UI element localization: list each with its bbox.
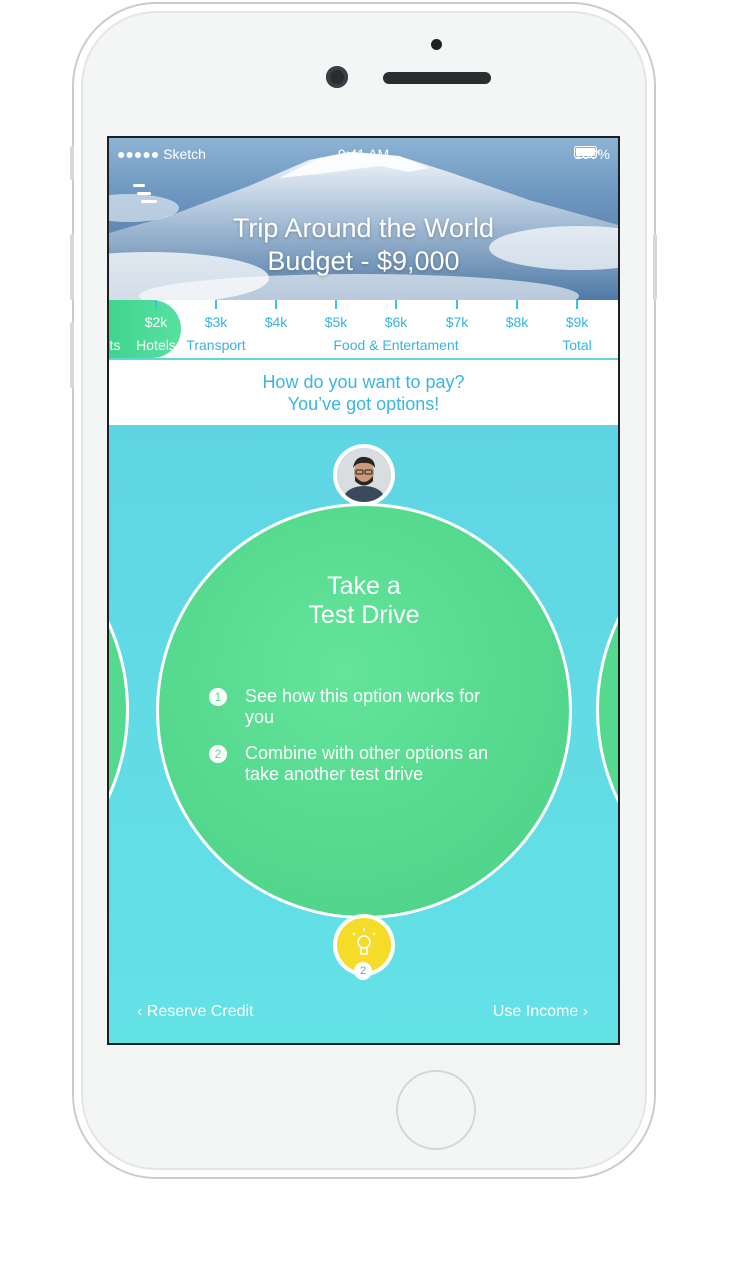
title-line-2: Budget - $9,000 — [267, 246, 460, 276]
step-number-badge: 1 — [209, 688, 227, 706]
step-text-line: See how this option works for — [245, 686, 481, 706]
tick-label: $5k — [324, 314, 348, 330]
earpiece-speaker — [383, 72, 491, 84]
prompt-line-2: You’ve got options! — [287, 394, 440, 414]
category-label-transport: Transport — [186, 337, 246, 353]
volume-down-button — [70, 322, 74, 388]
option-title: Take a Test Drive — [159, 572, 569, 630]
tick-label: $3k — [204, 314, 228, 330]
tick-label: $8k — [505, 314, 529, 330]
chevron-right-icon: › — [578, 1003, 588, 1020]
advisor-avatar[interactable] — [333, 444, 395, 506]
tick-label: $7k — [445, 314, 469, 330]
prompt-line-1: How do you want to pay? — [262, 372, 465, 392]
step-number-badge: 2 — [209, 745, 227, 763]
chevron-left-icon: ‹ — [137, 1003, 147, 1020]
tick-label: $2k — [144, 314, 168, 330]
option-card-next[interactable] — [596, 500, 618, 920]
prev-option-button[interactable]: ‹ Reserve Credit — [137, 1003, 253, 1021]
step-text: See how this option works for you — [245, 686, 545, 728]
header-hero-image: ●●●●● Sketch 9:41 AM 100% Trip Around th… — [109, 138, 618, 300]
volume-up-button — [70, 234, 74, 300]
home-button[interactable] — [396, 1070, 476, 1150]
step-text-line: take another test drive — [245, 764, 424, 784]
tip-count-badge: 2 — [354, 962, 372, 980]
budget-scale[interactable]: $2k $3k $4k $5k $6k $7k $8k $9k ts Hotel… — [109, 300, 618, 358]
tick-label: $6k — [384, 314, 408, 330]
tick-mark — [395, 300, 397, 309]
front-camera — [326, 66, 348, 88]
proximity-sensor — [431, 39, 442, 50]
option-title-line-1: Take a — [327, 572, 401, 600]
options-carousel[interactable]: Take a Test Drive 1 See how this option … — [109, 425, 618, 1043]
avatar-photo — [337, 448, 391, 502]
tick-mark — [275, 300, 277, 309]
next-option-button[interactable]: Use Income › — [493, 1003, 588, 1021]
mute-switch — [70, 146, 74, 180]
tick-mark — [456, 300, 458, 309]
app-screen: ●●●●● Sketch 9:41 AM 100% Trip Around th… — [107, 136, 620, 1045]
title-line-1: Trip Around the World — [232, 213, 495, 243]
battery-level: 100% — [574, 146, 610, 162]
tick-mark — [576, 300, 578, 309]
payment-prompt: How do you want to pay? You’ve got optio… — [109, 360, 618, 425]
tick-mark — [155, 300, 157, 309]
page-title: Trip Around the World Budget - $9,000 — [109, 212, 618, 278]
category-label-hotels: Hotels — [136, 337, 176, 353]
battery-icon — [574, 146, 600, 158]
tick-label: $9k — [565, 314, 589, 330]
category-label-total: Total — [562, 337, 592, 353]
step-text-line: Combine with other options an — [245, 743, 489, 763]
tick-mark — [215, 300, 217, 309]
power-button — [653, 234, 657, 300]
tick-mark — [335, 300, 337, 309]
menu-icon[interactable] — [133, 184, 157, 208]
step-text-line: you — [245, 707, 275, 727]
step-text: Combine with other options an take anoth… — [245, 743, 545, 785]
category-label-partial: ts — [109, 337, 121, 353]
tick-label: $4k — [264, 314, 288, 330]
prev-option-label: Reserve Credit — [146, 1003, 254, 1020]
option-card-test-drive[interactable]: Take a Test Drive 1 See how this option … — [156, 503, 572, 919]
status-time: 9:41 AM — [337, 146, 390, 162]
tick-mark — [516, 300, 518, 309]
status-bar: ●●●●● Sketch 9:41 AM 100% — [117, 146, 610, 164]
option-card-previous[interactable] — [109, 500, 129, 920]
next-option-label: Use Income — [492, 1003, 579, 1020]
category-label-food: Food & Entertament — [333, 337, 459, 353]
option-title-line-2: Test Drive — [308, 601, 420, 629]
person-icon — [337, 448, 391, 502]
